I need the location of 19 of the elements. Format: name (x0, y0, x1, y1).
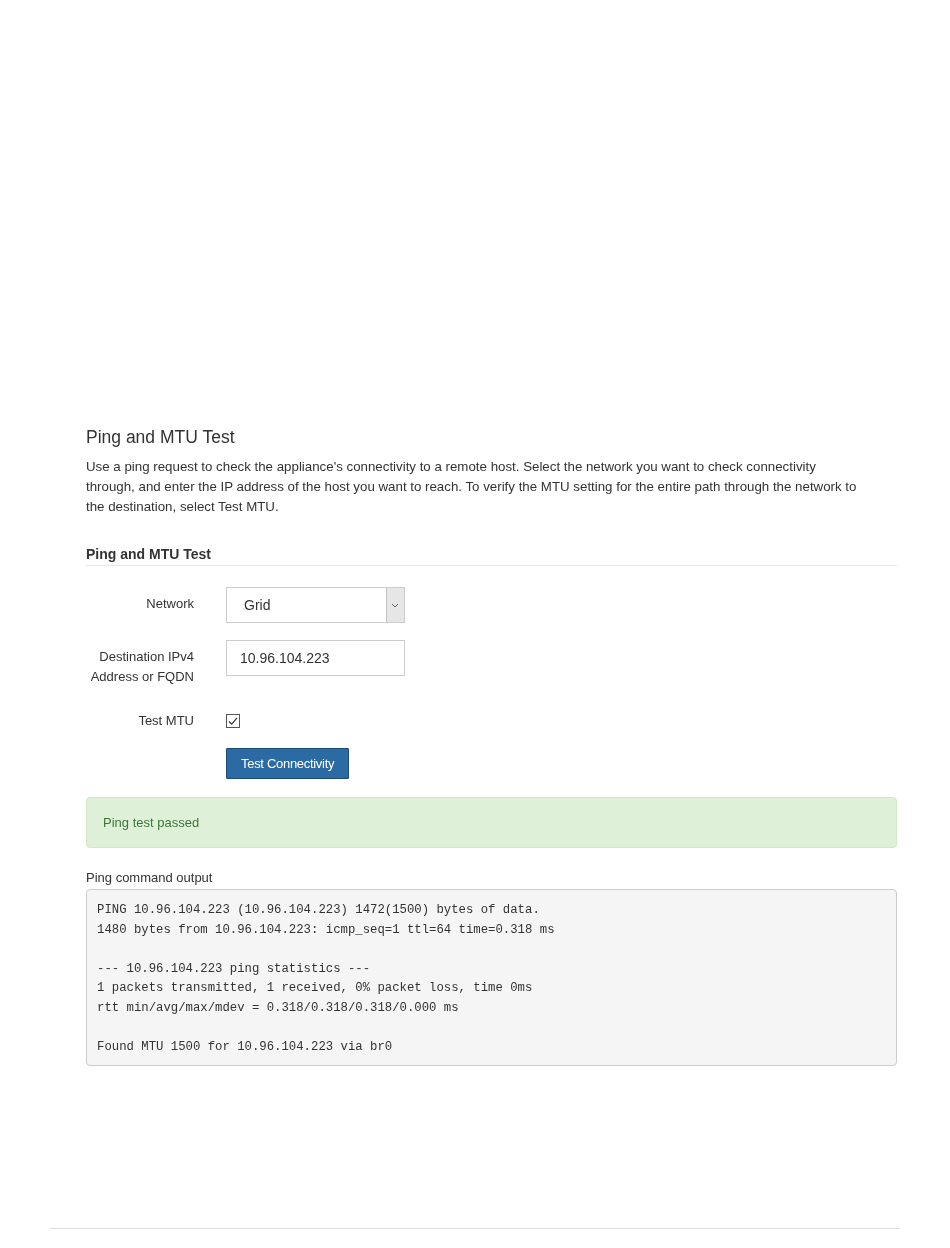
section-heading: Ping and MTU Test (86, 544, 897, 566)
caret-icon (386, 588, 404, 622)
network-select[interactable]: Grid (226, 587, 405, 623)
output-line: 1 packets transmitted, 1 received, 0% packet loss, time 0ms (97, 980, 534, 997)
alert-banner: Ping test passed (86, 797, 897, 848)
output-line: 1480 bytes from 10.96.104.223: icmp_seq=1 ttl=64 time=0.318 ms (97, 921, 556, 939)
field-label: Test MTU (137, 712, 194, 730)
field-label: Destination IPv4 Address or FQDN (89, 648, 194, 686)
destination-field[interactable]: 10.96.104.223 (226, 640, 405, 676)
description-text: Use a ping request to check the appliance's connectivity to a remote host. Select the network you want to check connectivity through, and enter the IP address of the host you want to reach. To verify the MTU setting for the entire path through the network to the destination, select Test MTU. (86, 458, 858, 516)
output-line: Found MTU 1500 for 10.96.104.223 via br0 (97, 1038, 394, 1056)
checkbox[interactable] (226, 714, 240, 728)
output-line: rtt min/avg/max/mdev = 0.318/0.318/0.318/0.000 ms (97, 999, 460, 1017)
output-line: PING 10.96.104.223 (10.96.104.223) 1472(1500) bytes of data. (97, 902, 541, 919)
page-heading: Ping and MTU Test (86, 426, 236, 448)
test-connectivity-button[interactable]: Test Connectivity (226, 748, 350, 779)
output-label: Ping command output (86, 869, 214, 887)
field-label: Network (145, 595, 194, 613)
output-line: --- 10.96.104.223 ping statistics --- (97, 960, 372, 978)
